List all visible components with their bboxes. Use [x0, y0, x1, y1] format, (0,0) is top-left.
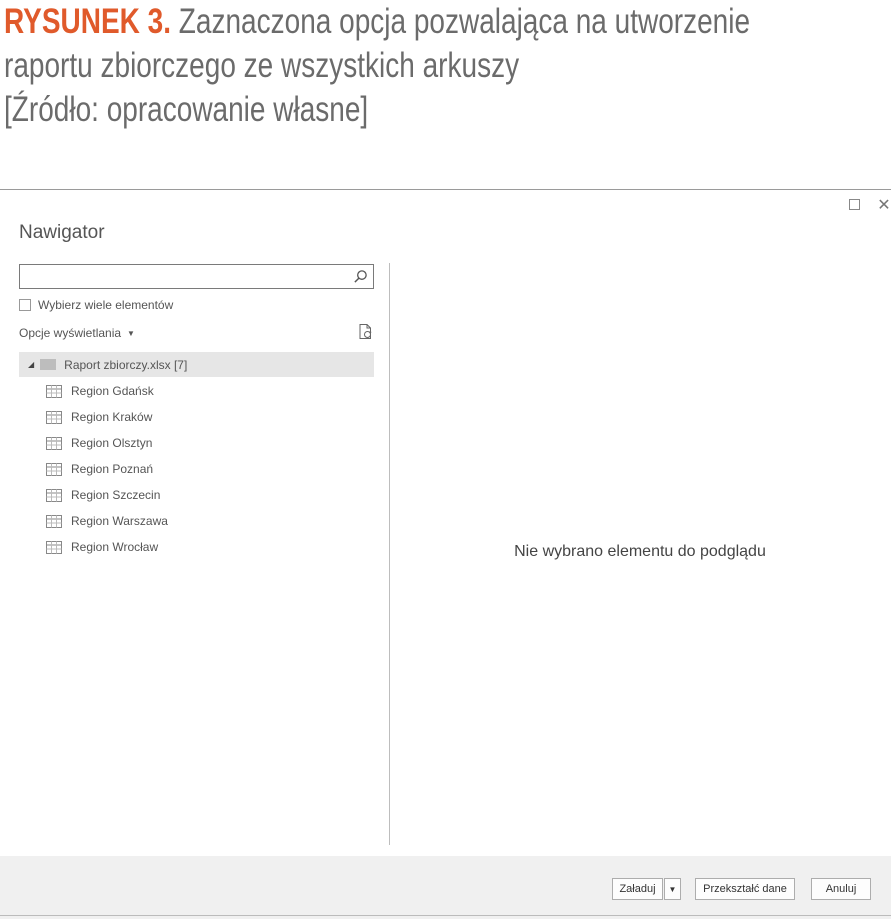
expand-icon[interactable]: ◢: [28, 360, 34, 369]
view-options-label: Opcje wyświetlania: [19, 326, 122, 340]
multi-select-label: Wybierz wiele elementów: [38, 298, 174, 312]
sheet-item-gdansk[interactable]: Region Gdańsk: [46, 378, 168, 404]
sheet-item-label: Region Gdańsk: [71, 384, 154, 398]
chevron-down-icon: ▼: [127, 328, 135, 338]
table-icon: [46, 462, 62, 476]
folder-icon: [40, 359, 57, 370]
table-icon: [46, 436, 62, 450]
sheet-item-wroclaw[interactable]: Region Wrocław: [46, 534, 168, 560]
caption-text-1: Zaznaczona opcja pozwalająca na utworzen…: [178, 2, 751, 41]
dialog-bottom-border: [0, 915, 891, 916]
multi-select-checkbox[interactable]: [19, 299, 31, 311]
search-box[interactable]: [19, 264, 374, 289]
load-button[interactable]: Załaduj: [612, 878, 663, 900]
transform-data-button[interactable]: Przekształć dane: [695, 878, 795, 900]
table-icon: [46, 488, 62, 502]
table-icon: [46, 384, 62, 398]
caption-line-3: [Źródło: opracowanie własne]: [4, 90, 369, 129]
cancel-button[interactable]: Anuluj: [811, 878, 871, 900]
maximize-icon[interactable]: [846, 196, 862, 212]
sheet-item-label: Region Szczecin: [71, 488, 161, 502]
sheet-item-label: Region Wrocław: [71, 540, 159, 554]
caption-line-1: RYSUNEK 3. Zaznaczona opcja pozwalająca …: [4, 0, 884, 44]
sheet-item-olsztyn[interactable]: Region Olsztyn: [46, 430, 168, 456]
tree-root-workbook[interactable]: ◢ Raport zbiorczy.xlsx [7]: [19, 352, 374, 377]
sheet-item-krakow[interactable]: Region Kraków: [46, 404, 168, 430]
sheet-item-szczecin[interactable]: Region Szczecin: [46, 482, 168, 508]
sheet-item-label: Region Warszawa: [71, 514, 168, 528]
caption-line-2: raportu zbiorczego ze wszystkich arkuszy: [4, 46, 520, 85]
sheet-list: Region Gdańsk Region Kraków Region Olszt…: [46, 378, 168, 560]
load-dropdown-button[interactable]: ▼: [664, 878, 681, 900]
sheet-item-warszawa[interactable]: Region Warszawa: [46, 508, 168, 534]
close-icon[interactable]: ✕: [876, 195, 891, 214]
multi-select-option[interactable]: Wybierz wiele elementów: [19, 298, 173, 312]
tree-root-label: Raport zbiorczy.xlsx [7]: [64, 357, 188, 372]
dialog-top-border: [0, 189, 891, 190]
dialog-title: Nawigator: [19, 222, 105, 243]
search-icon[interactable]: [353, 269, 368, 284]
sheet-item-label: Region Olsztyn: [71, 436, 153, 450]
sheet-item-poznan[interactable]: Region Poznań: [46, 456, 168, 482]
table-icon: [46, 540, 62, 554]
search-input[interactable]: [20, 265, 340, 288]
sheet-item-label: Region Poznań: [71, 462, 154, 476]
view-options-dropdown[interactable]: Opcje wyświetlania ▼: [19, 326, 135, 340]
figure-caption: RYSUNEK 3. Zaznaczona opcja pozwalająca …: [4, 0, 884, 132]
refresh-icon[interactable]: [357, 323, 374, 340]
sheet-item-label: Region Kraków: [71, 410, 153, 424]
table-icon: [46, 514, 62, 528]
preview-empty-message: Nie wybrano elementu do podglądu: [514, 543, 766, 560]
figure-label: RYSUNEK 3.: [4, 2, 172, 41]
table-icon: [46, 410, 62, 424]
